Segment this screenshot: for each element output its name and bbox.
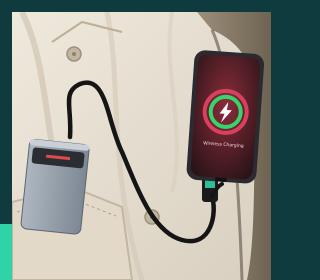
shirt-button (72, 52, 76, 56)
photo-illustration: Wireless Charging (12, 12, 271, 280)
product-photo: Wireless Charging (12, 12, 271, 280)
power-bank (20, 138, 90, 235)
accent-bar (0, 224, 12, 280)
smartphone: Wireless Charging (186, 50, 265, 184)
